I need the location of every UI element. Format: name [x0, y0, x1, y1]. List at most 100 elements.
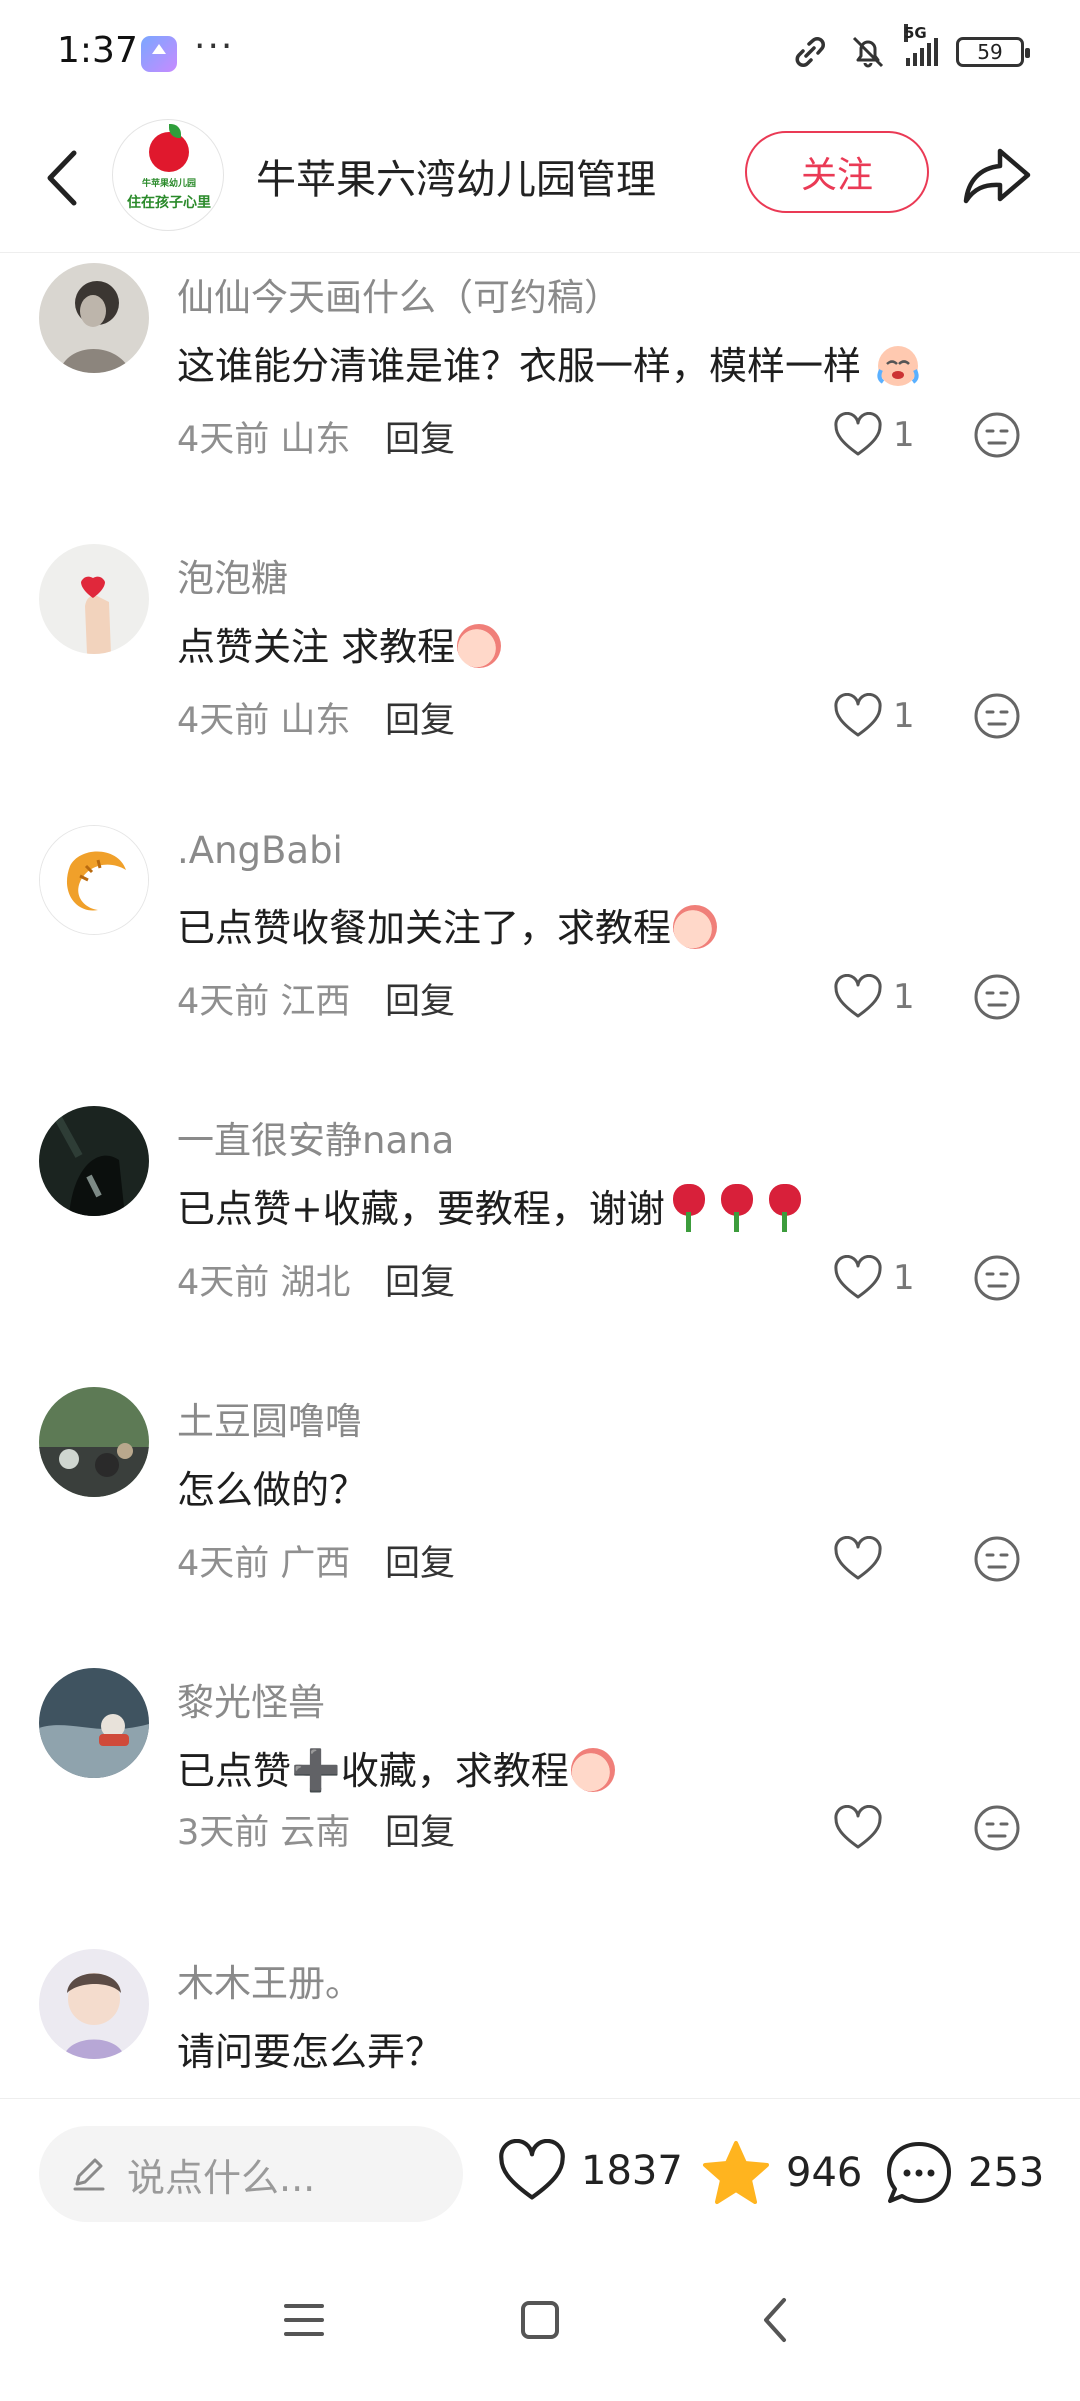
- heart-icon: [499, 2139, 565, 2200]
- comment-list[interactable]: 仙仙今天画什么（可约稿） 这谁能分清谁是谁？衣服一样，模样一样 4天前 山东 回…: [0, 253, 1080, 2098]
- like-count: 1: [893, 1258, 915, 1298]
- comment-item: .AngBabi 已点赞收餐加关注了，求教程 4天前 江西 回复 1: [0, 815, 1080, 1096]
- avatar[interactable]: [39, 263, 149, 373]
- meh-face-icon: [974, 412, 1020, 458]
- signal-icon: 5G: [904, 24, 938, 66]
- meh-face-icon: [974, 974, 1020, 1020]
- comment-text: 怎么做的？: [177, 1468, 368, 1512]
- home-button[interactable]: [510, 2290, 570, 2350]
- reply-button[interactable]: 回复: [385, 973, 455, 1024]
- comment-total: 253: [968, 2150, 1045, 2196]
- menu-icon: [284, 2304, 324, 2336]
- comment-meta: 4天前 湖北: [177, 1263, 351, 1303]
- meh-face-icon: [974, 1255, 1020, 1301]
- like-button[interactable]: 1: [833, 1252, 915, 1304]
- like-count: 1: [893, 696, 915, 736]
- comment-author[interactable]: 黎光怪兽: [177, 1672, 325, 1726]
- mute-icon: [852, 36, 884, 68]
- peach-emoji-icon: [673, 904, 718, 949]
- comment-input[interactable]: 说点什么...: [39, 2126, 463, 2222]
- chevron-left-icon: [47, 150, 77, 206]
- comment-author[interactable]: 仙仙今天画什么（可约稿）: [177, 267, 621, 321]
- recent-apps-button[interactable]: [274, 2290, 334, 2350]
- comment-button[interactable]: 253: [884, 2139, 1044, 2207]
- heart-icon: [834, 693, 882, 737]
- like-button[interactable]: 1: [833, 690, 915, 742]
- avatar[interactable]: [39, 1387, 149, 1497]
- meh-face-icon: [974, 1805, 1020, 1851]
- comment-meta: 3天前 云南: [177, 1813, 351, 1853]
- dislike-button[interactable]: [971, 1802, 1023, 1854]
- reply-button[interactable]: 回复: [385, 692, 455, 743]
- reply-button[interactable]: 回复: [385, 1535, 455, 1586]
- reply-button[interactable]: 回复: [385, 1804, 455, 1855]
- logo-text-bottom: 住在孩子心里: [127, 195, 211, 211]
- like-button[interactable]: 1: [833, 971, 915, 1023]
- dislike-button[interactable]: [971, 1252, 1023, 1304]
- star-icon: [703, 2141, 769, 2204]
- comment-input-placeholder: 说点什么...: [127, 2155, 316, 2200]
- dislike-button[interactable]: [971, 971, 1023, 1023]
- like-count: 1: [893, 415, 915, 455]
- peach-emoji-icon: [570, 1747, 615, 1792]
- heart-icon: [834, 1805, 882, 1849]
- comment-text: 这谁能分清谁是谁？衣服一样，模样一样: [177, 335, 923, 394]
- comment-author[interactable]: 泡泡糖: [177, 548, 288, 602]
- dislike-button[interactable]: [971, 409, 1023, 461]
- reply-button[interactable]: 回复: [385, 1254, 455, 1305]
- comment-author[interactable]: .AngBabi: [177, 829, 343, 872]
- dislike-button[interactable]: [971, 1533, 1023, 1585]
- comment-text: 请问要怎么弄？: [177, 2030, 444, 2074]
- share-icon: [963, 148, 1031, 204]
- comment-item: 木木王册。 请问要怎么弄？: [0, 1939, 1080, 2098]
- comment-text: 已点赞+收藏，要教程，谢谢: [177, 1178, 809, 1236]
- rose-emoji-icon: [669, 1183, 709, 1232]
- avatar[interactable]: [39, 1106, 149, 1216]
- crying-face-emoji-icon: [877, 345, 919, 386]
- comment-text: 点赞关注 求教程: [177, 616, 502, 672]
- like-button[interactable]: [833, 1533, 893, 1585]
- comment-item: 仙仙今天画什么（可约稿） 这谁能分清谁是谁？衣服一样，模样一样 4天前 山东 回…: [0, 253, 1080, 534]
- follow-button[interactable]: 关注: [745, 131, 929, 213]
- like-button[interactable]: 1: [833, 409, 915, 461]
- dislike-button[interactable]: [971, 690, 1023, 742]
- comment-meta: 4天前 广西: [177, 1544, 351, 1584]
- like-post-button[interactable]: 1837: [497, 2139, 683, 2203]
- comment-author[interactable]: 木木王册。: [177, 1953, 362, 2007]
- back-button[interactable]: [30, 143, 100, 213]
- comment-meta: 4天前 山东: [177, 701, 351, 741]
- comment-author[interactable]: 一直很安静nana: [177, 1110, 454, 1164]
- status-bar: 1:37 ··· 5G 59: [0, 0, 1080, 105]
- system-nav-bar: [0, 2248, 1080, 2401]
- comment-author[interactable]: 土豆圆噜噜: [177, 1391, 362, 1445]
- status-time: 1:37: [57, 30, 138, 71]
- bottom-action-bar: 说点什么... 1837 946 253: [0, 2098, 1080, 2248]
- peach-emoji-icon: [457, 623, 502, 668]
- more-notifications-icon: ···: [194, 26, 235, 67]
- link-icon: [795, 37, 825, 67]
- chevron-left-icon: [764, 2298, 786, 2342]
- comment-meta: 4天前 江西: [177, 982, 351, 1022]
- avatar[interactable]: [39, 544, 149, 654]
- share-button[interactable]: [960, 141, 1036, 211]
- app-notification-icon: [141, 36, 177, 72]
- avatar[interactable]: [39, 825, 149, 935]
- header: 牛苹果幼儿园 住在孩子心里 牛苹果六湾幼儿园管理 关注: [0, 105, 1080, 253]
- comment-item: 土豆圆噜噜 怎么做的？ 4天前 广西 回复: [0, 1377, 1080, 1658]
- collect-button[interactable]: 946: [700, 2139, 862, 2207]
- comment-bubble-icon: [887, 2142, 951, 2203]
- comment-text: 已点赞收餐加关注了，求教程: [177, 897, 718, 953]
- comment-item: 黎光怪兽 已点赞➕收藏，求教程 3天前 云南 回复: [0, 1658, 1080, 1939]
- heart-icon: [834, 974, 882, 1018]
- logo-text-top: 牛苹果幼儿园: [141, 179, 196, 189]
- reply-button[interactable]: 回复: [385, 411, 455, 462]
- system-back-button[interactable]: [746, 2290, 806, 2350]
- meh-face-icon: [974, 1536, 1020, 1582]
- like-button[interactable]: [833, 1802, 893, 1854]
- heart-icon: [834, 412, 882, 456]
- shop-name[interactable]: 牛苹果六湾幼儿园管理: [256, 147, 656, 205]
- shop-avatar[interactable]: 牛苹果幼儿园 住在孩子心里: [112, 119, 224, 231]
- square-icon: [521, 2301, 559, 2339]
- avatar[interactable]: [39, 1668, 149, 1778]
- avatar[interactable]: [39, 1949, 149, 2059]
